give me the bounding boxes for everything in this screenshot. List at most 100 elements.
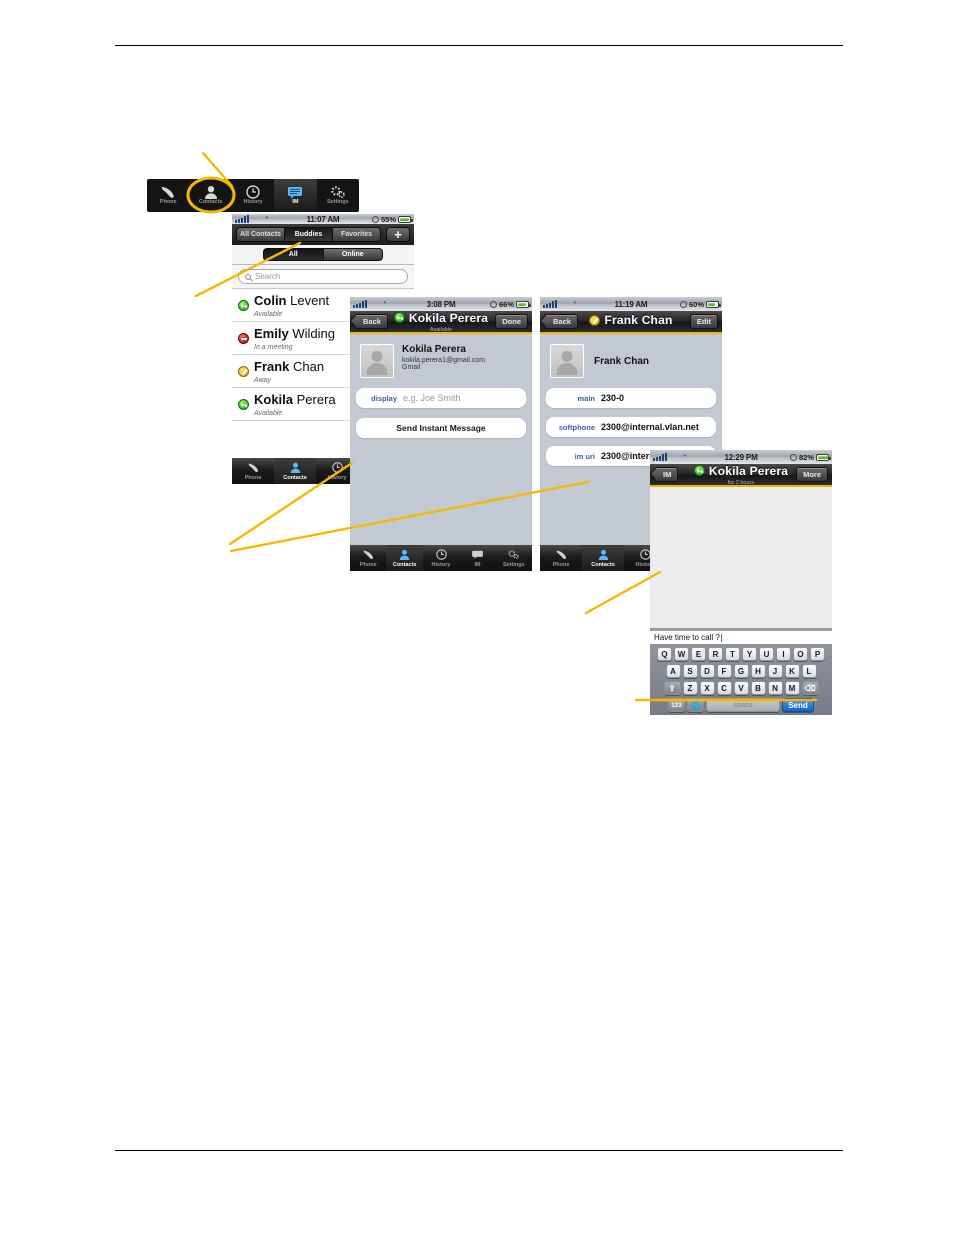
avatar	[360, 344, 394, 378]
key-j[interactable]: J	[767, 664, 783, 678]
key-m[interactable]: M	[784, 681, 800, 695]
search-input[interactable]: Search	[238, 269, 408, 284]
filter-online[interactable]: Online	[322, 248, 383, 261]
key-d[interactable]: D	[699, 664, 715, 678]
field-main[interactable]: main 230-0	[546, 388, 716, 408]
contacts-tabs: All Contacts Buddies Favorites +	[232, 224, 414, 245]
tab-all-contacts[interactable]: All Contacts	[236, 227, 284, 242]
contact-status: Available	[254, 311, 283, 318]
field-label: main	[577, 393, 595, 403]
toolbar-item-phone[interactable]: Phone	[147, 179, 189, 212]
numeric-key[interactable]: 123	[668, 698, 685, 712]
toolbar-item-im[interactable]: IM	[274, 179, 317, 212]
key-l[interactable]: L	[801, 664, 817, 678]
contacts-icon	[204, 186, 218, 199]
key-v[interactable]: V	[733, 681, 749, 695]
tab-favorites[interactable]: Favorites	[332, 227, 381, 242]
presence-filter-group: All Online	[263, 248, 383, 261]
tab-label: Phone	[244, 474, 262, 481]
detail-body: Kokila Perera kokila.perera1@gmail.com G…	[350, 334, 532, 545]
toolbar-item-settings[interactable]: Settings	[317, 179, 359, 212]
key-c[interactable]: C	[716, 681, 732, 695]
conversation-log	[650, 487, 832, 631]
search-row: Search	[232, 265, 414, 289]
clock-icon	[246, 185, 260, 199]
desktop-toolbar: Phone Contacts History IM Settings	[147, 179, 359, 212]
key-q[interactable]: Q	[657, 647, 672, 661]
add-contact-button[interactable]: +	[386, 227, 410, 242]
toolbar-item-history[interactable]: History	[232, 179, 274, 212]
contact-status: Available	[254, 410, 283, 417]
tab-contacts[interactable]: Contacts	[274, 458, 316, 484]
done-button[interactable]: Done	[495, 314, 528, 329]
key-a[interactable]: A	[665, 664, 681, 678]
key-f[interactable]: F	[716, 664, 732, 678]
display-name-field[interactable]: display e.g. Joe Smith	[356, 388, 526, 408]
key-w[interactable]: W	[674, 647, 689, 661]
key-k[interactable]: K	[784, 664, 800, 678]
edit-button[interactable]: Edit	[689, 314, 718, 329]
more-button[interactable]: More	[796, 467, 828, 482]
key-u[interactable]: U	[759, 647, 774, 661]
key-b[interactable]: B	[750, 681, 766, 695]
tab-phone[interactable]: Phone	[350, 545, 386, 571]
tab-label: History	[327, 474, 347, 481]
tab-buddies[interactable]: Buddies	[284, 227, 332, 242]
backspace-icon[interactable]: ⌫	[801, 681, 819, 695]
kokila-detail-screen: ◔ 3:08 PM 66% Back Kokila Perera Availab…	[350, 297, 532, 571]
field-softphone[interactable]: softphone 2300@internal.vlan.net	[546, 417, 716, 437]
clock-icon	[435, 549, 447, 561]
chat-icon	[471, 549, 484, 561]
key-i[interactable]: I	[776, 647, 791, 661]
key-y[interactable]: Y	[742, 647, 757, 661]
tab-settings[interactable]: Settings	[496, 545, 532, 571]
tab-label: Phone	[552, 561, 570, 568]
tab-bar: Phone Contacts History	[232, 458, 358, 484]
toolbar-items: Phone Contacts History IM Settings	[147, 179, 359, 212]
tab-label: Contacts	[392, 561, 417, 568]
key-p[interactable]: P	[810, 647, 825, 661]
shift-icon[interactable]: ⇧	[663, 681, 681, 695]
globe-icon[interactable]: 🌐	[687, 698, 704, 712]
status-time: 11:19 AM	[614, 299, 648, 309]
send-button[interactable]: Send	[782, 698, 814, 712]
space-key[interactable]: space	[706, 698, 780, 712]
nav-bar: Back Frank Chan Edit	[540, 311, 722, 334]
tab-label: History	[431, 561, 451, 568]
toolbar-item-contacts[interactable]: Contacts	[189, 179, 231, 212]
contact-last-name: Perera	[296, 392, 336, 407]
profile-email: kokila.perera1@gmail.com	[402, 357, 485, 364]
tab-history[interactable]: History	[423, 545, 459, 571]
field-label: softphone	[558, 422, 595, 432]
field-label: im uri	[574, 451, 595, 461]
tab-contacts[interactable]: Contacts	[386, 545, 423, 571]
search-icon	[245, 273, 251, 280]
key-o[interactable]: O	[793, 647, 808, 661]
tab-phone[interactable]: Phone	[540, 545, 582, 571]
filter-all[interactable]: All	[263, 248, 323, 261]
phone-icon	[555, 549, 568, 561]
key-r[interactable]: R	[708, 647, 723, 661]
key-h[interactable]: H	[750, 664, 766, 678]
key-z[interactable]: Z	[682, 681, 698, 695]
nav-title-row: Kokila Perera	[693, 464, 788, 478]
back-button[interactable]: Back	[354, 314, 388, 329]
back-button[interactable]: Back	[544, 314, 578, 329]
key-e[interactable]: E	[691, 647, 706, 661]
key-g[interactable]: G	[733, 664, 749, 678]
message-input[interactable]: Have time to call ?	[650, 631, 832, 644]
key-n[interactable]: N	[767, 681, 783, 695]
tab-phone[interactable]: Phone	[232, 458, 274, 484]
send-instant-message-button[interactable]: Send Instant Message	[356, 418, 526, 438]
key-t[interactable]: T	[725, 647, 740, 661]
im-back-button[interactable]: IM	[654, 467, 679, 482]
annotation-line-message	[584, 570, 662, 615]
key-x[interactable]: X	[699, 681, 715, 695]
contact-last-name: Wilding	[292, 326, 335, 341]
tab-contacts[interactable]: Contacts	[582, 545, 624, 571]
profile-account: Gmail	[402, 364, 421, 371]
contact-first-name: Frank	[254, 359, 290, 374]
cta-label: Send Instant Message	[396, 423, 486, 433]
key-s[interactable]: S	[682, 664, 698, 678]
tab-im[interactable]: IM	[459, 545, 495, 571]
